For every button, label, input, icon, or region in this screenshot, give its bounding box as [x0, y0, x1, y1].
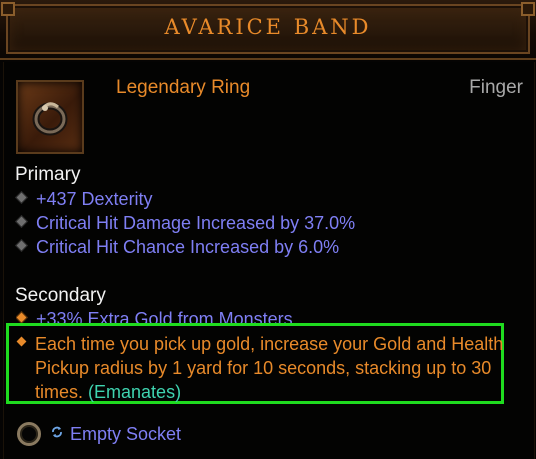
diamond-bullet-icon: [15, 239, 28, 252]
empty-socket-icon: [17, 422, 41, 446]
primary-stat: Critical Hit Damage Increased by 37.0%: [15, 213, 355, 234]
diamond-bullet-icon: [15, 215, 28, 228]
item-slot: Finger: [469, 77, 523, 98]
socket-label: Empty Socket: [70, 424, 182, 444]
tooltip-header: AVARICE BAND: [0, 0, 536, 60]
item-name: AVARICE BAND: [164, 15, 372, 39]
primary-stat: +437 Dexterity: [15, 189, 153, 210]
legendary-power-text: Each time you pick up gold, increase you…: [35, 334, 504, 402]
secondary-stat: +33% Extra Gold from Monsters: [16, 309, 293, 323]
diamond-bullet-icon: [16, 311, 28, 323]
item-type: Legendary Ring: [116, 77, 251, 98]
item-tooltip: AVARICE BAND Legendary Ring Finger Prima…: [0, 0, 536, 459]
item-icon-frame: [16, 80, 84, 154]
emanates-tag: (Emanates): [88, 382, 182, 402]
primary-stat: Critical Hit Chance Increased by 6.0%: [15, 237, 339, 258]
socket-refresh-icon: [52, 426, 62, 438]
secondary-section-title: Secondary: [15, 285, 106, 306]
diamond-bullet-icon: [15, 191, 28, 204]
ring-icon: [32, 102, 68, 136]
primary-section-title: Primary: [15, 164, 81, 185]
